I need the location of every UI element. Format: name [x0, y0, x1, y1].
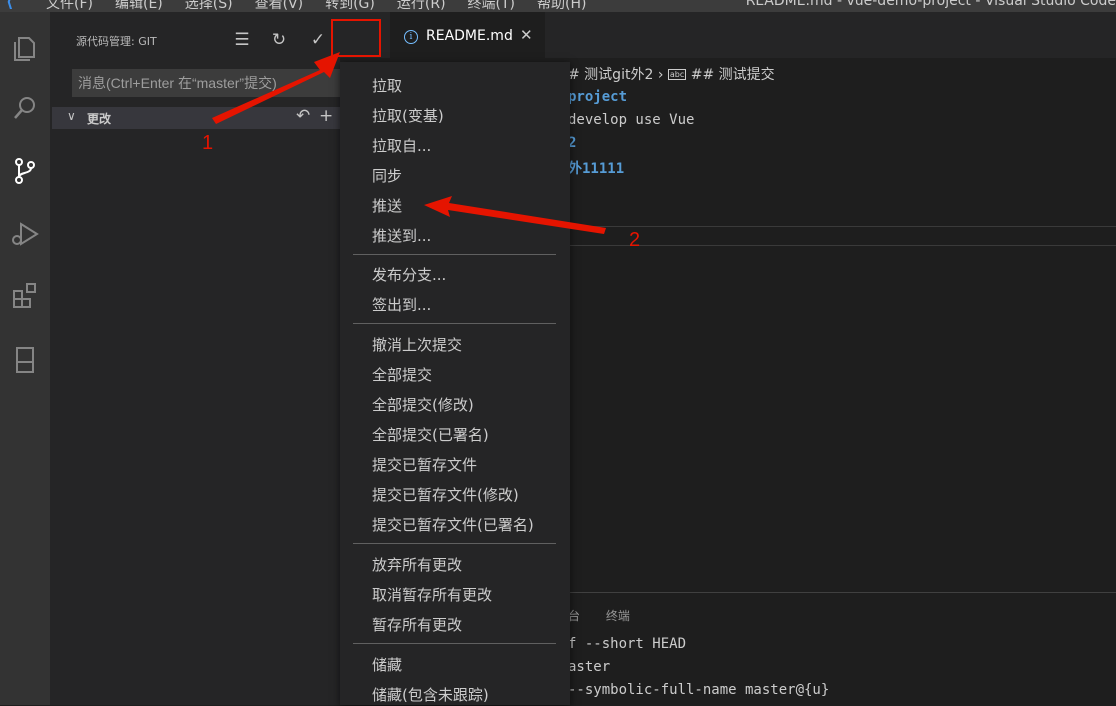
title-bar: ⟨ 文件(F) 编辑(E) 选择(S) 查看(V) 转到(G) 运行(R) 终端…: [0, 0, 1116, 12]
stage-all-icon[interactable]: +: [319, 106, 333, 126]
menu-help[interactable]: 帮助(H): [537, 0, 586, 12]
menu-item-unstage-all[interactable]: 取消暂存所有更改: [372, 584, 492, 605]
tab-readme[interactable]: i README.md ✕: [390, 12, 545, 58]
code-line[interactable]: develop use Vue: [568, 112, 694, 128]
menu-item-stage-all[interactable]: 暂存所有更改: [372, 614, 462, 635]
changes-label: 更改: [87, 112, 112, 126]
string-symbol-icon: abc: [667, 69, 687, 80]
menu-item-pull-rebase[interactable]: 拉取(变基): [372, 105, 444, 126]
menu-file[interactable]: 文件(F): [46, 0, 93, 12]
source-control-sidebar: 源代码管理: GIT ☰ ↻ ✓ ··· ∨ 更改 ↶ +: [50, 12, 364, 705]
source-control-icon[interactable]: [9, 155, 41, 187]
commit-message-input[interactable]: [72, 69, 340, 97]
menu-item-push-to[interactable]: 推送到...: [372, 225, 431, 246]
menu-separator: [353, 323, 556, 324]
activity-bar: [0, 12, 50, 705]
discard-all-icon[interactable]: ↶: [296, 106, 310, 126]
breadcrumb: # 测试git外2 › abc ## 测试提交: [568, 64, 775, 84]
view-as-tree-icon[interactable]: ☰: [231, 29, 253, 51]
sidebar-title: 源代码管理: GIT: [76, 35, 157, 48]
annotation-number-2: 2: [629, 229, 641, 251]
menu-item-pull-from[interactable]: 拉取自...: [372, 135, 431, 156]
menu-item-commit-all-signed[interactable]: 全部提交(已署名): [372, 424, 489, 445]
menu-bar: 文件(F) 编辑(E) 选择(S) 查看(V) 转到(G) 运行(R) 终端(T…: [46, 0, 586, 12]
code-line[interactable]: 外11111: [568, 158, 624, 178]
explorer-icon[interactable]: [9, 32, 41, 64]
chevron-right-icon: ›: [657, 67, 668, 83]
menu-separator: [353, 543, 556, 544]
menu-item-sync[interactable]: 同步: [372, 165, 402, 186]
vscode-logo-icon: ⟨: [6, 0, 14, 11]
annotation-number-1: 1: [202, 132, 214, 154]
menu-terminal[interactable]: 终端(T): [468, 0, 515, 12]
chevron-down-icon: ∨: [67, 109, 76, 123]
current-line-highlight: [568, 226, 1116, 246]
menu-item-checkout-to[interactable]: 签出到...: [372, 294, 431, 315]
editor-tab-bar: i README.md ✕: [340, 12, 1116, 58]
menu-selection[interactable]: 选择(S): [185, 0, 233, 12]
menu-item-commit-staged-amend[interactable]: 提交已暂存文件(修改): [372, 484, 519, 505]
tab-terminal[interactable]: 终端: [606, 609, 630, 623]
menu-item-push[interactable]: 推送: [372, 195, 402, 216]
menu-item-commit-staged[interactable]: 提交已暂存文件: [372, 454, 477, 475]
extensions-icon[interactable]: [9, 280, 41, 312]
breadcrumb-item[interactable]: ## 测试提交: [691, 67, 775, 83]
commit-check-icon[interactable]: ✓: [307, 29, 329, 51]
panel-tabs: 台 终端: [568, 607, 630, 624]
terminal-line: --symbolic-full-name master@{u}: [568, 682, 830, 698]
menu-item-commit-all-amend[interactable]: 全部提交(修改): [372, 394, 474, 415]
code-line[interactable]: project: [568, 89, 627, 105]
run-debug-icon[interactable]: [9, 218, 41, 250]
window-title: README.md - vue-demo-project - Visual St…: [745, 0, 1116, 9]
menu-item-commit-all[interactable]: 全部提交: [372, 364, 432, 385]
close-icon[interactable]: ✕: [520, 26, 533, 44]
menu-item-stash-untracked[interactable]: 储藏(包含未跟踪): [372, 684, 489, 705]
search-icon[interactable]: [9, 92, 41, 124]
refresh-icon[interactable]: ↻: [268, 29, 290, 51]
menu-item-stash[interactable]: 储藏: [372, 654, 402, 675]
info-icon: i: [404, 30, 418, 44]
terminal-line: aster: [568, 659, 611, 675]
menu-item-commit-staged-signed[interactable]: 提交已暂存文件(已署名): [372, 514, 534, 535]
menu-separator: [353, 643, 556, 644]
menu-separator: [353, 254, 556, 255]
annotation-highlight-box: [331, 19, 381, 57]
menu-edit[interactable]: 编辑(E): [115, 0, 163, 12]
more-actions-menu: 拉取 拉取(变基) 拉取自... 同步 推送 推送到... 发布分支... 签出…: [340, 62, 570, 705]
menu-go[interactable]: 转到(G): [325, 0, 375, 12]
terminal-line: f --short HEAD: [568, 636, 687, 652]
tab-label: README.md: [426, 28, 513, 44]
menu-view[interactable]: 查看(V): [255, 0, 304, 12]
changes-section-header[interactable]: ∨ 更改 ↶ +: [52, 106, 340, 129]
menu-run[interactable]: 运行(R): [397, 0, 446, 12]
menu-item-publish-branch[interactable]: 发布分支...: [372, 264, 446, 285]
remote-icon[interactable]: [9, 344, 41, 376]
menu-item-pull[interactable]: 拉取: [372, 75, 402, 96]
menu-item-discard-all[interactable]: 放弃所有更改: [372, 554, 462, 575]
breadcrumb-item[interactable]: # 测试git外2: [568, 67, 653, 83]
menu-item-undo-last-commit[interactable]: 撤消上次提交: [372, 334, 462, 355]
